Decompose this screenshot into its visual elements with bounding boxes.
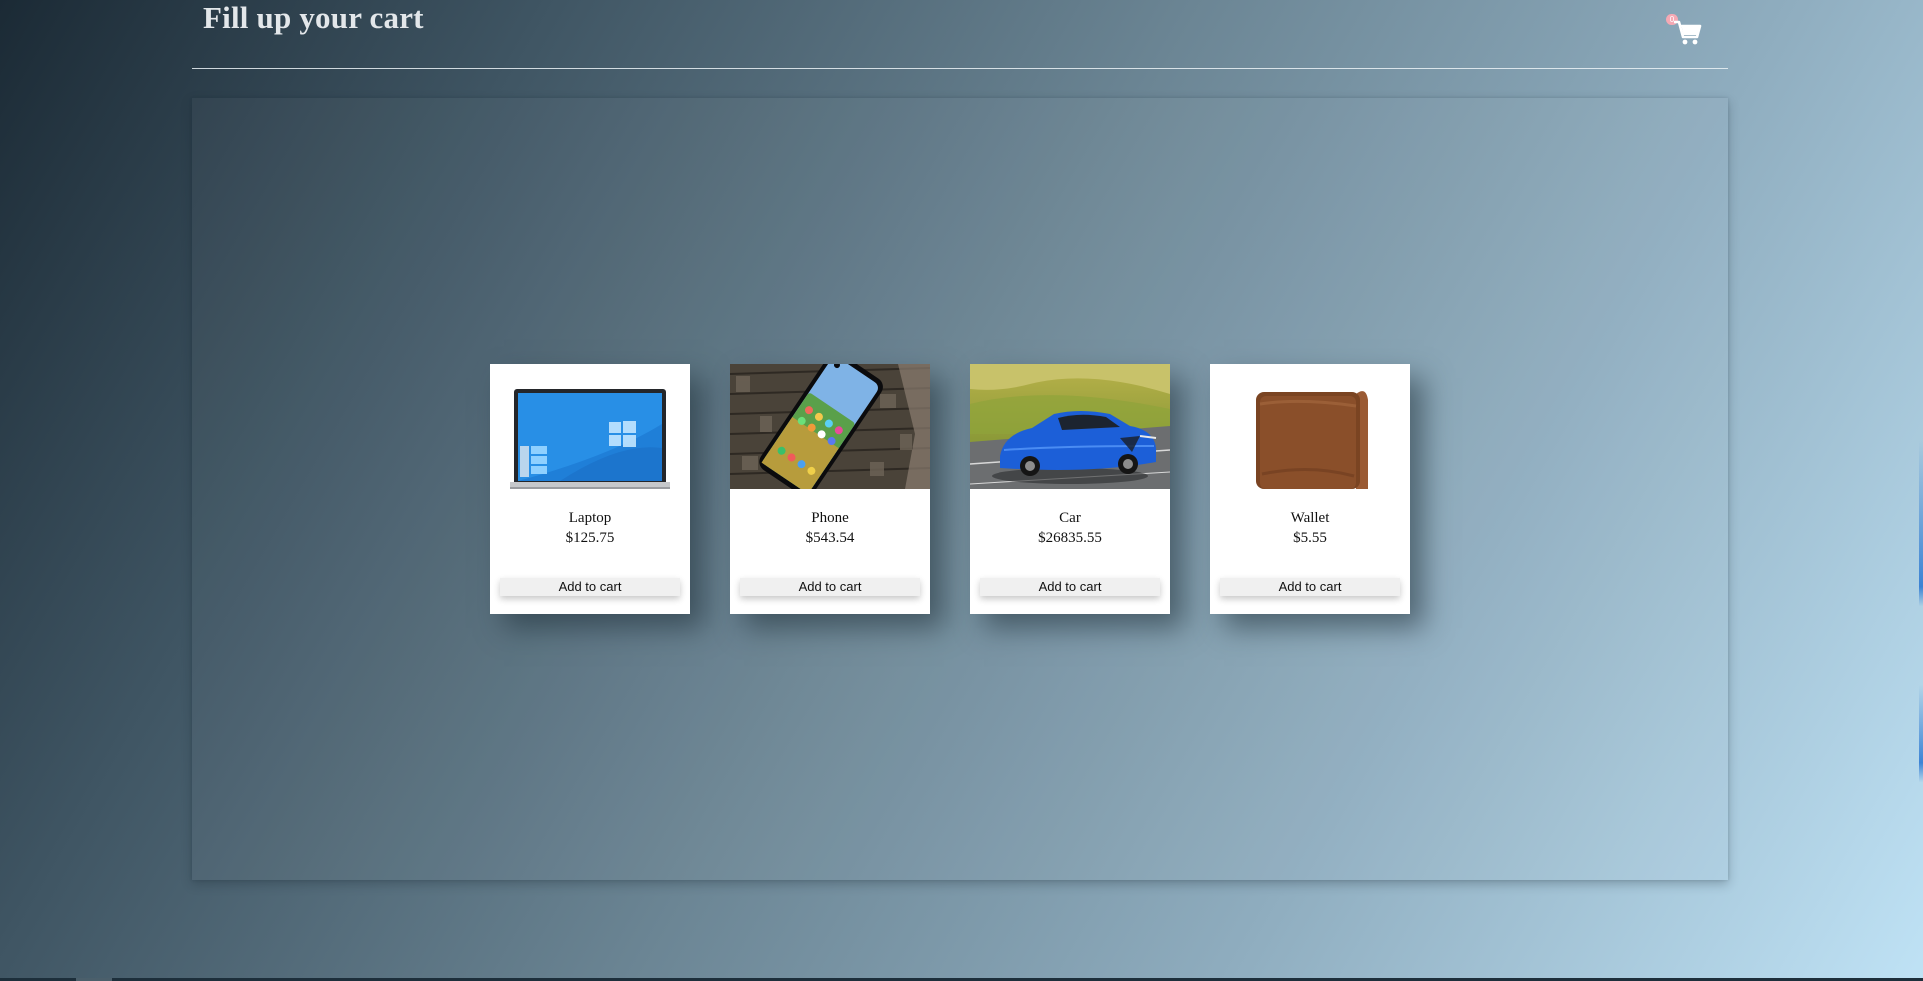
product-price: $5.55 (1293, 530, 1327, 546)
window-edge-strip (1919, 0, 1923, 978)
add-to-cart-button[interactable]: Add to cart (500, 578, 680, 596)
add-to-cart-button[interactable]: Add to cart (980, 578, 1160, 596)
page-header: Fill up your cart 0 (192, 0, 1728, 69)
shopping-cart-icon (1674, 20, 1702, 45)
add-to-cart-button[interactable]: Add to cart (1220, 578, 1400, 596)
page-title: Fill up your cart (203, 0, 424, 35)
product-name: Wallet (1290, 510, 1330, 526)
product-name: Phone (811, 510, 849, 526)
product-name: Car (1059, 510, 1081, 526)
product-card-laptop: Laptop $125.75 Add to cart (490, 364, 690, 614)
add-to-cart-button[interactable]: Add to cart (740, 578, 920, 596)
wallet-image (1210, 364, 1410, 489)
product-card-wallet: Wallet $5.55 Add to cart (1210, 364, 1410, 614)
phone-image (730, 364, 930, 489)
product-price: $26835.55 (1038, 530, 1102, 546)
product-name: Laptop (568, 510, 612, 526)
cart-button[interactable]: 0 (1666, 12, 1716, 56)
product-price: $125.75 (565, 530, 615, 546)
product-card-car: Car $26835.55 Add to cart (970, 364, 1170, 614)
laptop-image (490, 364, 690, 489)
product-card-phone: Phone $543.54 Add to cart (730, 364, 930, 614)
products-panel (192, 98, 1728, 880)
product-price: $543.54 (805, 530, 855, 546)
car-image (970, 364, 1170, 489)
